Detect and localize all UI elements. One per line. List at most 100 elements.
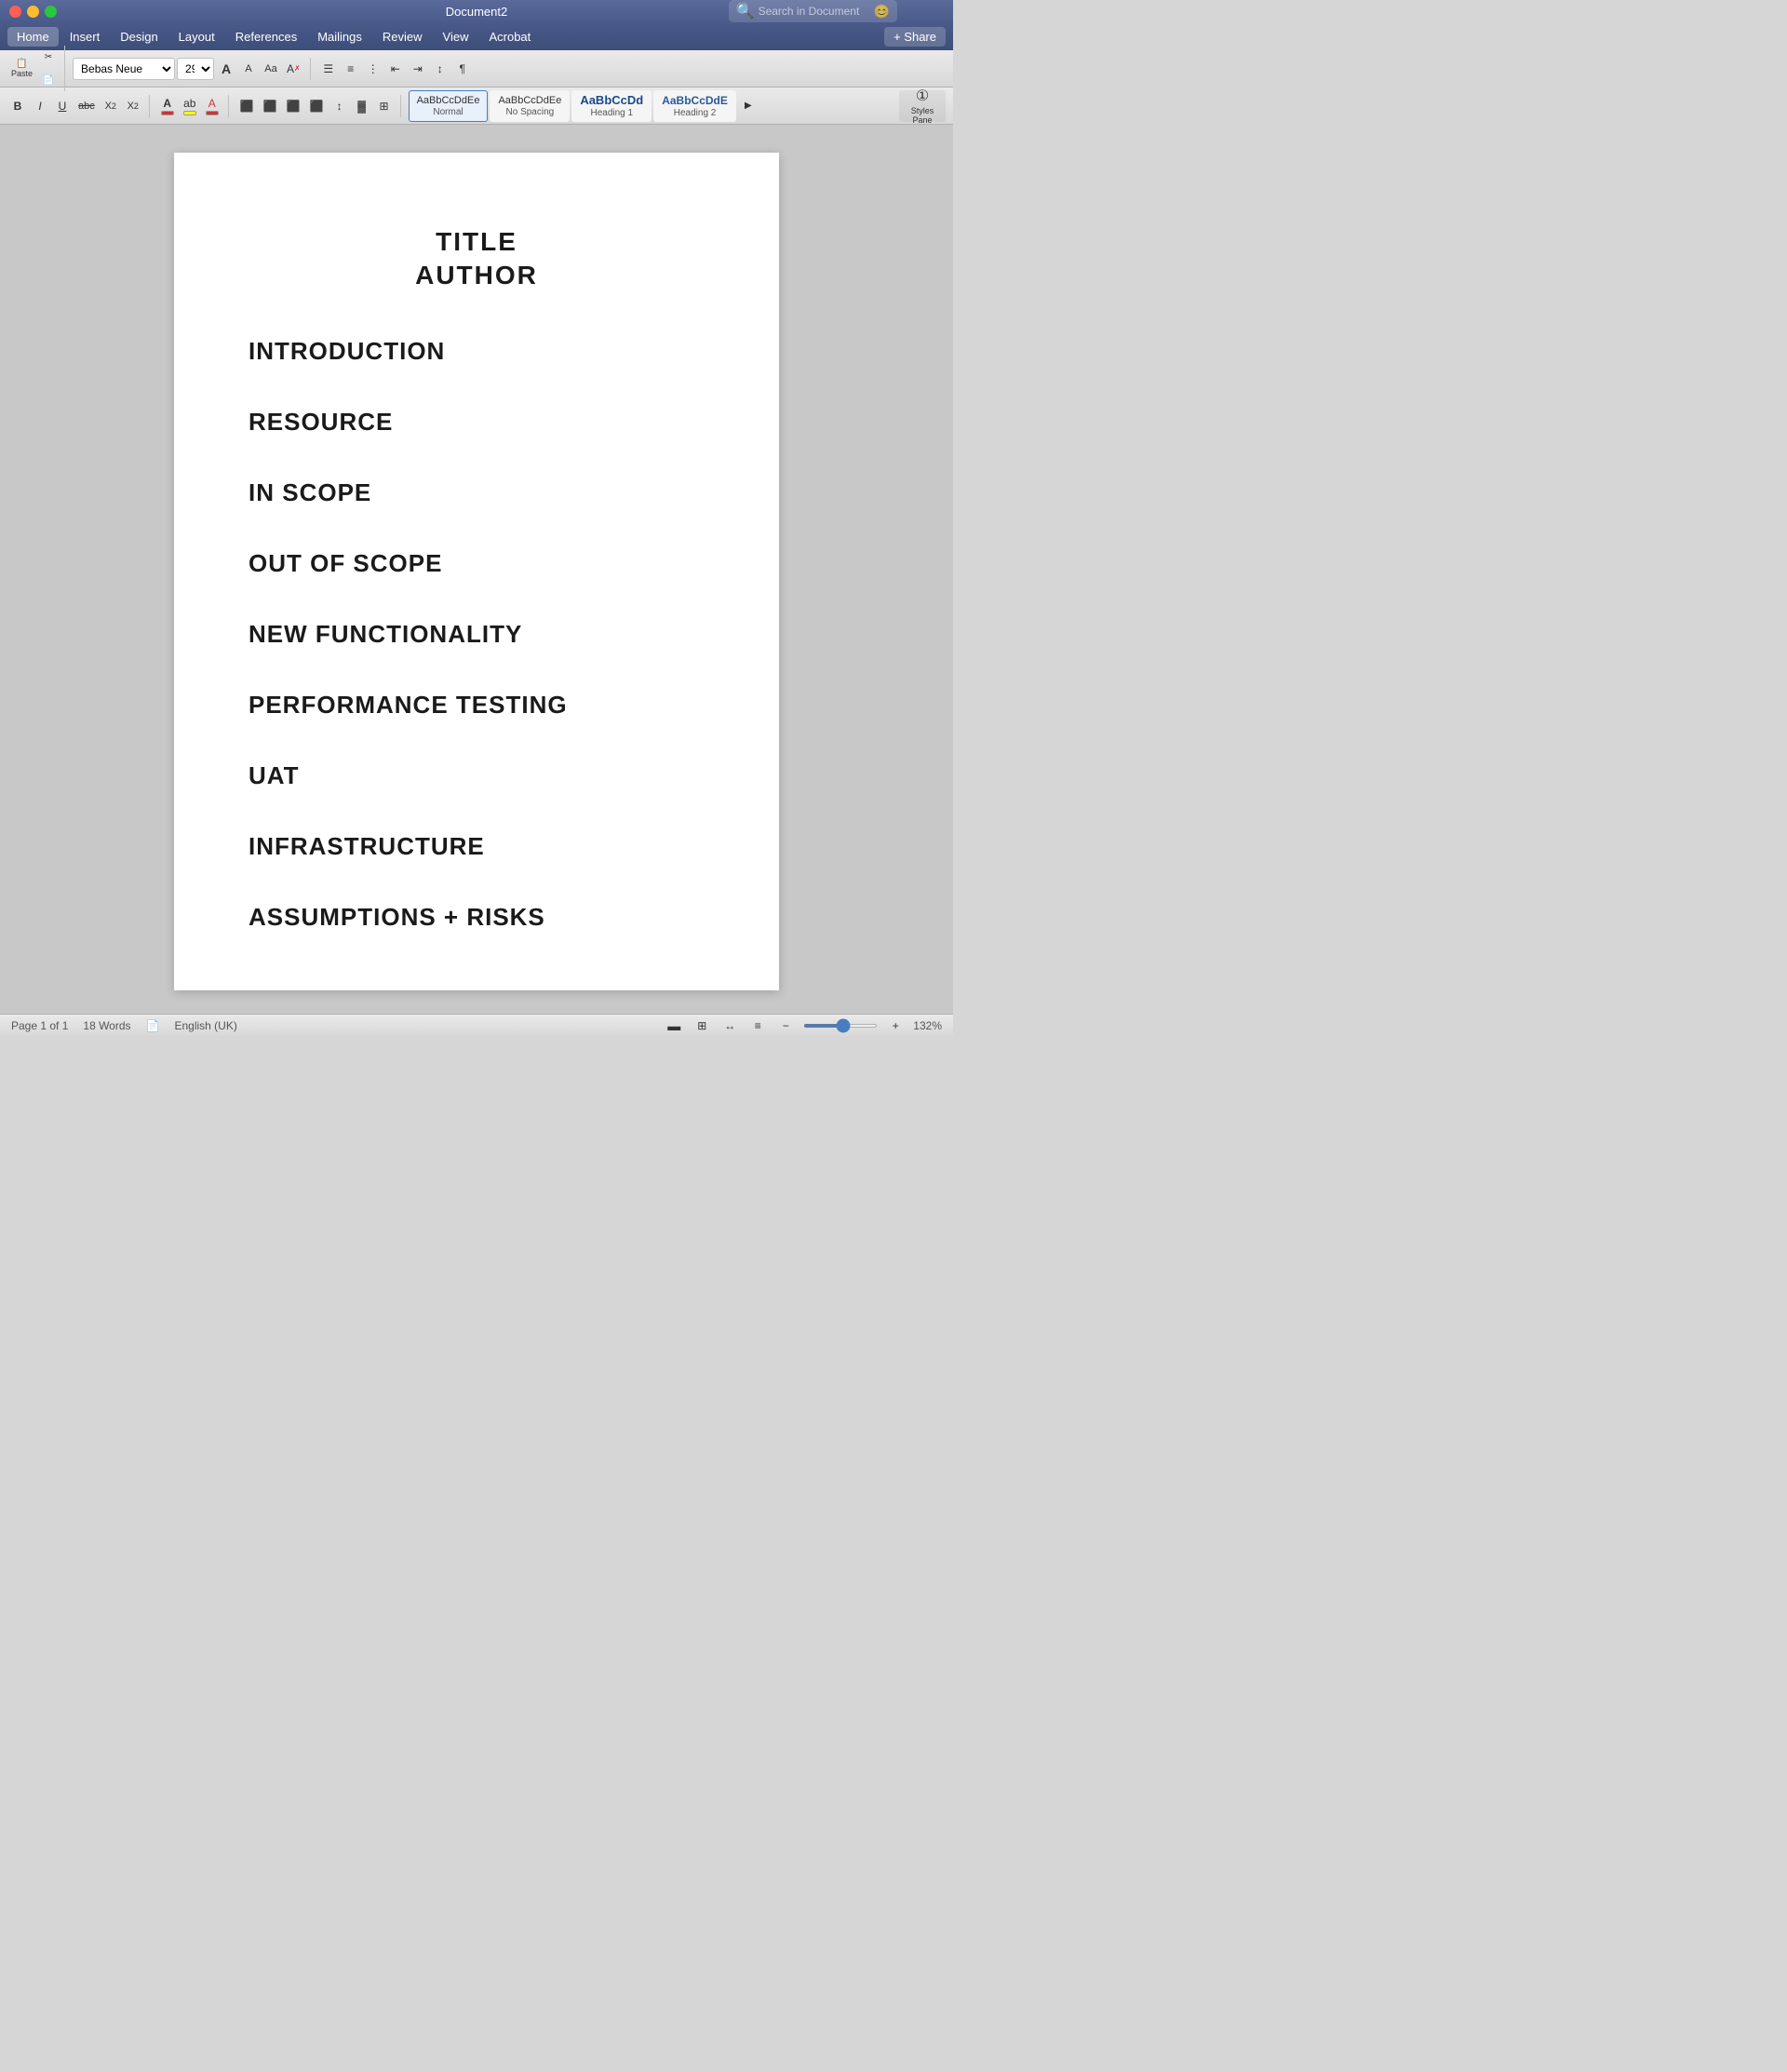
numbered-list-button[interactable]: ≡ — [341, 58, 361, 80]
style-h2-preview: AaBbCcDdE — [662, 94, 728, 107]
line-spacing-button[interactable]: ↕ — [329, 95, 350, 117]
styles-pane-icon: ① — [916, 87, 929, 105]
bullet-list-button[interactable]: ☰ — [318, 58, 339, 80]
styles-pane-button[interactable]: ① StylesPane — [899, 90, 946, 122]
style-normal-label: Normal — [433, 107, 463, 117]
heading-6: UAT — [249, 761, 705, 790]
multilevel-list-button[interactable]: ⋮ — [363, 58, 383, 80]
zoom-in-button[interactable]: + — [885, 1015, 906, 1037]
view-multipage-button[interactable]: ⊞ — [692, 1015, 712, 1037]
menu-layout[interactable]: Layout — [169, 27, 224, 47]
shading-button[interactable]: ▓ — [352, 95, 372, 117]
indent-increase-button[interactable]: ⇥ — [408, 58, 428, 80]
style-no-spacing[interactable]: AaBbCcDdEe No Spacing — [490, 90, 570, 122]
sort-button[interactable]: ↕ — [430, 58, 450, 80]
style-h1-label: Heading 1 — [590, 108, 633, 118]
view-page-button[interactable]: ▬ — [664, 1015, 684, 1037]
heading-0: INTRODUCTION — [249, 337, 705, 366]
italic-button[interactable]: I — [30, 95, 50, 117]
more-styles-button[interactable]: ▶ — [738, 95, 759, 117]
menu-design[interactable]: Design — [111, 27, 167, 47]
zoom-out-button[interactable]: − — [775, 1015, 796, 1037]
align-center-button[interactable]: ⬛ — [260, 95, 281, 117]
font-color-button[interactable]: A — [202, 95, 222, 117]
text-color-button[interactable]: A — [157, 95, 178, 117]
style-presets-group: AaBbCcDdEe Normal AaBbCcDdEe No Spacing … — [409, 90, 759, 122]
main-area: TITLE AUTHOR INTRODUCTIONRESOURCEIN SCOP… — [0, 125, 953, 1014]
indent-decrease-button[interactable]: ⇤ — [385, 58, 406, 80]
search-input[interactable] — [759, 5, 870, 18]
minimize-dot[interactable] — [27, 6, 39, 18]
style-nospace-label: No Spacing — [506, 107, 555, 117]
heading-3: OUT OF SCOPE — [249, 549, 705, 578]
text-format-group: B I U abc X2 X2 — [7, 95, 150, 117]
document-title: TITLE — [249, 227, 705, 257]
maximize-dot[interactable] — [45, 6, 57, 18]
subscript-button[interactable]: X2 — [101, 95, 121, 117]
style-h2-label: Heading 2 — [674, 108, 717, 118]
heading-1: RESOURCE — [249, 408, 705, 437]
list-group: ☰ ≡ ⋮ ⇤ ⇥ ↕ ¶ — [318, 58, 478, 80]
menu-references[interactable]: References — [226, 27, 306, 47]
underline-button[interactable]: U — [52, 95, 73, 117]
style-normal-preview: AaBbCcDdEe — [417, 95, 480, 106]
font-family-select[interactable]: Bebas Neue — [73, 58, 175, 80]
paste-icon: 📋 — [16, 59, 27, 69]
menu-review[interactable]: Review — [373, 27, 432, 47]
font-group: Bebas Neue 29 A A Aa A✗ — [73, 58, 311, 80]
view-align-button[interactable]: ≡ — [747, 1015, 768, 1037]
change-case-button[interactable]: Aa — [261, 58, 281, 80]
show-marks-button[interactable]: ¶ — [452, 58, 473, 80]
style-heading1[interactable]: AaBbCcDd Heading 1 — [571, 90, 652, 122]
align-left-button[interactable]: ⬛ — [236, 95, 258, 117]
clear-formatting-button[interactable]: A✗ — [283, 58, 304, 80]
title-bar: Document2 🔍 😊 — [0, 0, 953, 22]
view-width-button[interactable]: ↔ — [719, 1015, 740, 1037]
alignment-group: ⬛ ⬛ ⬛ ⬛ ↕ ▓ ⊞ — [236, 95, 401, 117]
align-justify-button[interactable]: ⬛ — [306, 95, 328, 117]
font-shrink-button[interactable]: A — [238, 58, 259, 80]
status-right: ▬ ⊞ ↔ ≡ − + 132% — [664, 1015, 942, 1037]
menu-acrobat[interactable]: Acrobat — [479, 27, 540, 47]
cut-button[interactable]: ✂ — [38, 46, 59, 68]
style-normal[interactable]: AaBbCcDdEe Normal — [409, 90, 489, 122]
document-author: AUTHOR — [249, 261, 705, 290]
strikethrough-button[interactable]: abc — [74, 95, 99, 117]
menu-home[interactable]: Home — [7, 27, 59, 47]
text-color-swatch — [161, 111, 174, 115]
superscript-button[interactable]: X2 — [123, 95, 143, 117]
close-dot[interactable] — [9, 6, 21, 18]
share-button[interactable]: + Share — [884, 27, 946, 47]
font-grow-button[interactable]: A — [216, 58, 236, 80]
toolbar-row1: 📋 Paste ✂ 📄 Bebas Neue 29 A A Aa A✗ ☰ ≡ … — [0, 50, 953, 87]
window-controls — [9, 6, 57, 18]
color-group: A ab A — [157, 95, 229, 117]
title-search-bar[interactable]: 🔍 😊 — [729, 0, 897, 22]
zoom-slider[interactable] — [803, 1024, 878, 1028]
highlight-color-swatch — [183, 111, 196, 115]
paste-label: Paste — [11, 69, 33, 78]
bold-button[interactable]: B — [7, 95, 28, 117]
headings-container: INTRODUCTIONRESOURCEIN SCOPEOUT OF SCOPE… — [249, 337, 705, 932]
page-info: Page 1 of 1 — [11, 1019, 68, 1032]
language-info: English (UK) — [174, 1019, 236, 1032]
menu-insert[interactable]: Insert — [60, 27, 110, 47]
document-area[interactable]: TITLE AUTHOR INTRODUCTIONRESOURCEIN SCOP… — [0, 125, 953, 1014]
font-size-select[interactable]: 29 — [177, 58, 214, 80]
borders-button[interactable]: ⊞ — [374, 95, 395, 117]
document-page[interactable]: TITLE AUTHOR INTRODUCTIONRESOURCEIN SCOP… — [174, 153, 779, 990]
magnifier-icon: 🔍 — [736, 2, 755, 20]
status-bar: Page 1 of 1 18 Words 📄 English (UK) ▬ ⊞ … — [0, 1014, 953, 1036]
styles-pane-label: StylesPane — [911, 107, 934, 126]
heading-5: PERFORMANCE TESTING — [249, 691, 705, 720]
paste-button[interactable]: 📋 Paste — [7, 58, 36, 80]
clipboard-group: 📋 Paste ✂ 📄 — [7, 46, 65, 91]
highlight-color-button[interactable]: ab — [180, 95, 200, 117]
menu-view[interactable]: View — [434, 27, 478, 47]
heading-4: NEW FUNCTIONALITY — [249, 620, 705, 649]
menu-mailings[interactable]: Mailings — [308, 27, 371, 47]
emoji-icon: 😊 — [874, 4, 890, 20]
copy-button[interactable]: 📄 — [38, 69, 59, 91]
style-heading2[interactable]: AaBbCcDdE Heading 2 — [653, 90, 736, 122]
align-right-button[interactable]: ⬛ — [283, 95, 304, 117]
